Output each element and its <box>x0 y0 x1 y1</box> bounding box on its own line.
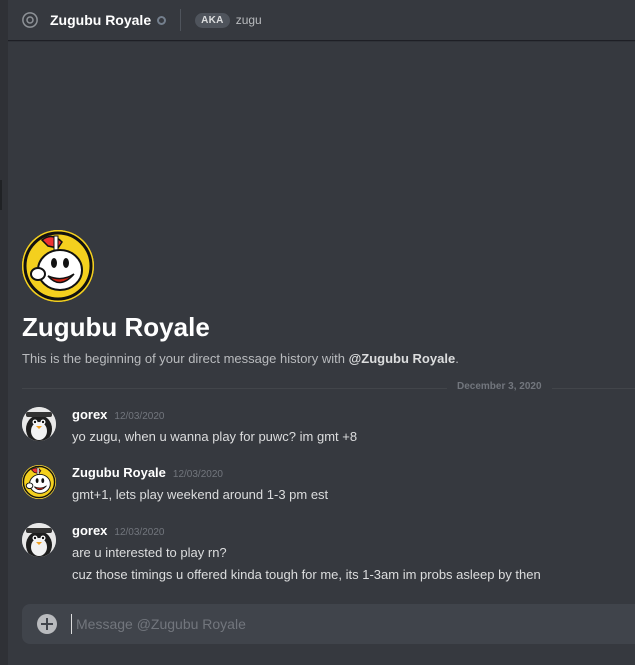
aka-name: zugu <box>235 13 262 27</box>
message-text: are u interested to play rn? <box>72 545 227 560</box>
intro-subtitle-prefix: This is the beginning of your direct mes… <box>22 351 349 366</box>
message-input[interactable] <box>71 614 591 634</box>
scroll-handle[interactable] <box>0 180 2 210</box>
message-header: gorex 12/03/2020 <box>72 407 632 425</box>
message-composer <box>22 604 635 644</box>
message-body: gorex 12/03/2020 yo zugu, when u wanna p… <box>72 407 632 444</box>
penguin-avatar[interactable] <box>22 523 56 557</box>
message-author[interactable]: gorex <box>72 523 107 538</box>
message-body: Zugubu Royale 12/03/2020 gmt+1, lets pla… <box>72 465 632 502</box>
header-divider <box>180 9 182 31</box>
message-text: gmt+1, lets play weekend around 1-3 pm e… <box>72 487 329 502</box>
intro-subtitle: This is the beginning of your direct mes… <box>22 351 459 366</box>
dm-window: Zugubu Royale AKA zugu Zugubu Royale Thi… <box>0 0 635 665</box>
message-text: yo zugu, when u wanna play for puwc? im … <box>72 429 358 444</box>
message-timestamp: 12/03/2020 <box>114 527 165 538</box>
cuphead-avatar[interactable] <box>22 230 94 302</box>
channel-header: Zugubu Royale AKA zugu <box>8 0 635 40</box>
at-icon <box>20 10 40 30</box>
message-header: gorex 12/03/2020 <box>72 523 632 541</box>
dm-intro <box>22 230 94 302</box>
cuphead-avatar[interactable] <box>22 465 56 499</box>
message-body: gorex 12/03/2020 are u interested to pla… <box>72 523 632 582</box>
aka-badge: AKA <box>195 12 230 28</box>
header-title: Zugubu Royale <box>50 12 152 28</box>
add-attachment-button[interactable] <box>37 614 57 634</box>
message-text: cuz those timings u offered kinda tough … <box>72 567 541 582</box>
message-timestamp: 12/03/2020 <box>114 411 165 422</box>
plus-icon <box>41 618 53 630</box>
date-divider-label: December 3, 2020 <box>447 381 552 392</box>
message-timestamp: 12/03/2020 <box>172 469 223 480</box>
message-header: Zugubu Royale 12/03/2020 <box>72 465 632 483</box>
sidebar-edge <box>0 0 8 665</box>
intro-title: Zugubu Royale <box>22 312 210 342</box>
penguin-avatar[interactable] <box>22 407 56 441</box>
offline-status-icon <box>157 16 167 25</box>
intro-subtitle-suffix: . <box>455 351 459 366</box>
message-author[interactable]: gorex <box>72 407 107 422</box>
intro-handle: @Zugubu Royale <box>348 351 456 366</box>
message-author[interactable]: Zugubu Royale <box>72 465 166 480</box>
